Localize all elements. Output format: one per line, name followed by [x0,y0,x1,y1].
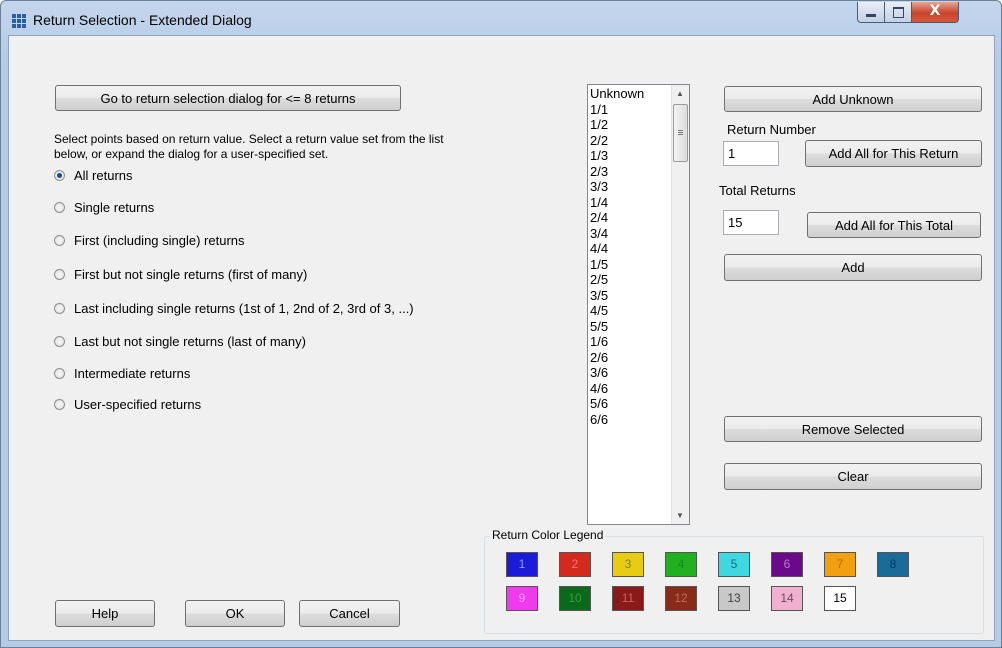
radio-circle-icon[interactable] [54,234,65,246]
dialog-window: Return Selection - Extended Dialog X Go … [0,0,1002,648]
radio-label: User-specified returns [74,396,202,412]
total-returns-field[interactable] [723,210,779,235]
list-item[interactable]: 2/6 [590,350,674,366]
description-line-1: Select points based on return value. Sel… [54,132,444,146]
description-text: Select points based on return value. Sel… [54,132,574,162]
legend-swatch: 11 [612,586,644,611]
legend-swatch: 10 [559,586,591,611]
radio-option[interactable]: Single returns [54,198,154,216]
radio-label: Last but not single returns (last of man… [74,333,306,349]
listbox-scrollbar[interactable]: ▲ ▼ [671,85,689,524]
radio-label: Single returns [74,199,155,215]
list-item[interactable]: 3/4 [590,226,674,242]
list-item[interactable]: 4/5 [590,303,674,319]
legend-swatch: 3 [612,552,644,577]
list-item[interactable]: 3/6 [590,365,674,381]
list-item[interactable]: Unknown [590,86,674,102]
radio-option[interactable]: Intermediate returns [54,364,190,382]
add-all-for-return-button[interactable]: Add All for This Return [805,140,982,167]
maximize-icon [893,7,904,18]
list-item[interactable]: 2/5 [590,272,674,288]
remove-selected-button[interactable]: Remove Selected [724,416,982,442]
list-item[interactable]: 4/4 [590,241,674,257]
radio-option[interactable]: User-specified returns [54,395,201,413]
legend-title: Return Color Legend [490,528,606,542]
radio-label: First but not single returns (first of m… [74,266,308,282]
maximize-button[interactable] [884,2,912,23]
list-item[interactable]: 6/6 [590,412,674,428]
radio-option[interactable]: All returns [54,166,133,184]
legend-swatch: 7 [824,552,856,577]
grip-icon [678,130,683,131]
return-color-legend-group [484,536,984,634]
radio-circle-icon[interactable] [54,335,65,347]
legend-swatch: 15 [824,586,856,611]
legend-swatch: 5 [718,552,750,577]
scroll-down-icon[interactable]: ▼ [676,511,684,520]
radio-option[interactable]: Last but not single returns (last of man… [54,332,306,350]
list-item[interactable]: 3/5 [590,288,674,304]
list-item[interactable]: 5/6 [590,396,674,412]
clear-button[interactable]: Clear [724,463,982,490]
list-item[interactable]: 1/6 [590,334,674,350]
radio-circle-icon[interactable] [54,201,65,213]
grid-app-icon [12,14,26,28]
radio-circle-icon[interactable] [54,169,65,181]
go-to-small-dialog-button[interactable]: Go to return selection dialog for <= 8 r… [55,85,401,111]
dialog-client-area: Go to return selection dialog for <= 8 r… [8,35,995,641]
radio-option[interactable]: First but not single returns (first of m… [54,265,307,283]
legend-swatch: 9 [506,586,538,611]
ok-button[interactable]: OK [185,600,285,627]
legend-swatch: 4 [665,552,697,577]
radio-label: Last including single returns (1st of 1,… [74,300,414,316]
radio-circle-icon[interactable] [54,398,65,410]
legend-swatch: 8 [877,552,909,577]
scrollbar-thumb[interactable] [673,104,688,162]
help-button[interactable]: Help [55,600,155,627]
listbox-items: Unknown 1/1 1/2 2/2 1/3 2/3 3/3 1/4 2/4 3/4 4/4 1/5… [590,86,674,427]
title-bar[interactable]: Return Selection - Extended Dialog X [1,1,1001,35]
list-item[interactable]: 2/4 [590,210,674,226]
radio-circle-icon[interactable] [54,302,65,314]
list-item[interactable]: 3/3 [590,179,674,195]
return-number-label: Return Number [727,122,816,137]
list-item[interactable]: 1/3 [590,148,674,164]
legend-swatch: 14 [771,586,803,611]
radio-option[interactable]: Last including single returns (1st of 1,… [54,299,414,317]
legend-swatch: 2 [559,552,591,577]
add-all-for-total-button[interactable]: Add All for This Total [807,212,981,238]
legend-swatch: 1 [506,552,538,577]
add-button[interactable]: Add [724,254,982,281]
radio-label: First (including single) returns [74,232,245,248]
radio-circle-icon[interactable] [54,367,65,379]
minimize-icon [866,14,876,17]
list-item[interactable]: 2/3 [590,164,674,180]
list-item[interactable]: 1/5 [590,257,674,273]
scroll-up-icon[interactable]: ▲ [676,89,684,98]
list-item[interactable]: 1/4 [590,195,674,211]
return-value-listbox[interactable]: Unknown 1/1 1/2 2/2 1/3 2/3 3/3 1/4 2/4 3/4 4/4 1/5… [587,84,690,525]
close-icon: X [929,3,941,19]
radio-circle-icon[interactable] [54,268,65,280]
legend-swatch: 12 [665,586,697,611]
list-item[interactable]: 5/5 [590,319,674,335]
list-item[interactable]: 4/6 [590,381,674,397]
radio-label: Intermediate returns [74,365,191,381]
list-item[interactable]: 1/2 [590,117,674,133]
minimize-button[interactable] [857,2,885,23]
description-line-2: below, or expand the dialog for a user-s… [54,147,329,161]
radio-option[interactable]: First (including single) returns [54,231,245,249]
close-button[interactable]: X [911,2,959,23]
cancel-button[interactable]: Cancel [299,600,400,627]
legend-swatch: 13 [718,586,750,611]
list-item[interactable]: 2/2 [590,133,674,149]
legend-swatch: 6 [771,552,803,577]
total-returns-label: Total Returns [719,183,796,198]
list-item[interactable]: 1/1 [590,102,674,118]
radio-label: All returns [74,167,133,183]
window-title: Return Selection - Extended Dialog [33,12,252,28]
add-unknown-button[interactable]: Add Unknown [724,86,982,112]
return-number-field[interactable] [723,141,779,166]
